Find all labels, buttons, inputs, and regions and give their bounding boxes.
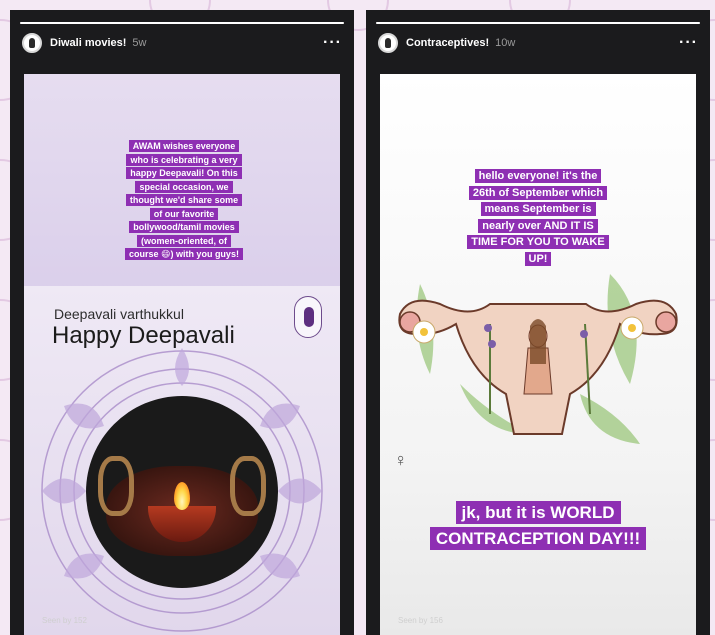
caption-line: who is celebrating a very (126, 153, 242, 166)
story-progress-fill (20, 22, 344, 24)
more-icon[interactable]: ··· (679, 34, 698, 52)
caption-line: of our favorite (149, 207, 219, 220)
story-card-diwali[interactable]: Diwali movies! 5w ··· AWAM wishes everyo… (10, 10, 354, 635)
story-caption: hello everyone! it's the 26th of Septemb… (448, 168, 628, 267)
caption-line: means September is (480, 202, 596, 216)
caption-line: bollywood/tamil movies (129, 221, 239, 233)
uterus-illustration (398, 274, 678, 444)
caption-line: hello everyone! it's the (474, 169, 602, 183)
seen-by-count[interactable]: Seen by 152 (42, 616, 87, 625)
story-content: hello everyone! it's the 26th of Septemb… (380, 74, 696, 635)
caption-line: special occasion, we (135, 180, 233, 193)
story-caption: AWAM wishes everyone who is celebrating … (106, 140, 262, 262)
card-title: Happy Deepavali (52, 322, 235, 349)
story-card-contraceptives[interactable]: Contraceptives! 10w ··· hello everyone! … (366, 10, 710, 635)
story-title[interactable]: Diwali movies! (50, 37, 126, 49)
story-timestamp: 5w (132, 37, 147, 49)
caption-line: 26th of September which (468, 185, 608, 200)
story-header: Contraceptives! 10w ··· (378, 28, 698, 58)
caption-line: course 😄) with you guys! (125, 248, 243, 260)
diya-photo (86, 396, 278, 588)
bangle-right (230, 456, 266, 516)
caption-line: thought we'd share some (125, 194, 243, 206)
flame-icon (174, 482, 190, 510)
caption-line: TIME FOR YOU TO WAKE (467, 235, 609, 249)
caption-line: nearly over AND IT IS (478, 218, 598, 233)
venus-symbol-icon: ♀ (394, 450, 408, 470)
story-title[interactable]: Contraceptives! (406, 37, 489, 49)
banner-line: CONTRACEPTION DAY!!! (429, 527, 647, 551)
caption-line: happy Deepavali! On this (126, 167, 242, 179)
bangle-left (98, 456, 134, 516)
avatar[interactable] (22, 33, 42, 53)
logo-badge-icon (294, 296, 322, 338)
story-timestamp: 10w (495, 37, 516, 49)
caption-line: (women-oriented, of (137, 234, 231, 247)
story-banner: jk, but it is WORLD CONTRACEPTION DAY!!! (394, 500, 682, 553)
story-content: AWAM wishes everyone who is celebrating … (24, 74, 340, 635)
deepavali-greeting-image: Deepavali varthukkul Happy Deepavali (24, 286, 340, 635)
banner-line: jk, but it is WORLD (455, 501, 621, 524)
seen-by-count[interactable]: Seen by 156 (398, 616, 443, 625)
caption-line: AWAM wishes everyone (128, 140, 240, 152)
story-progress-bar (20, 22, 344, 24)
card-subtitle: Deepavali varthukkul (54, 306, 184, 322)
avatar[interactable] (378, 33, 398, 53)
more-icon[interactable]: ··· (323, 34, 342, 52)
story-header: Diwali movies! 5w ··· (22, 28, 342, 58)
story-progress-fill (376, 22, 700, 24)
story-progress-bar (376, 22, 700, 24)
